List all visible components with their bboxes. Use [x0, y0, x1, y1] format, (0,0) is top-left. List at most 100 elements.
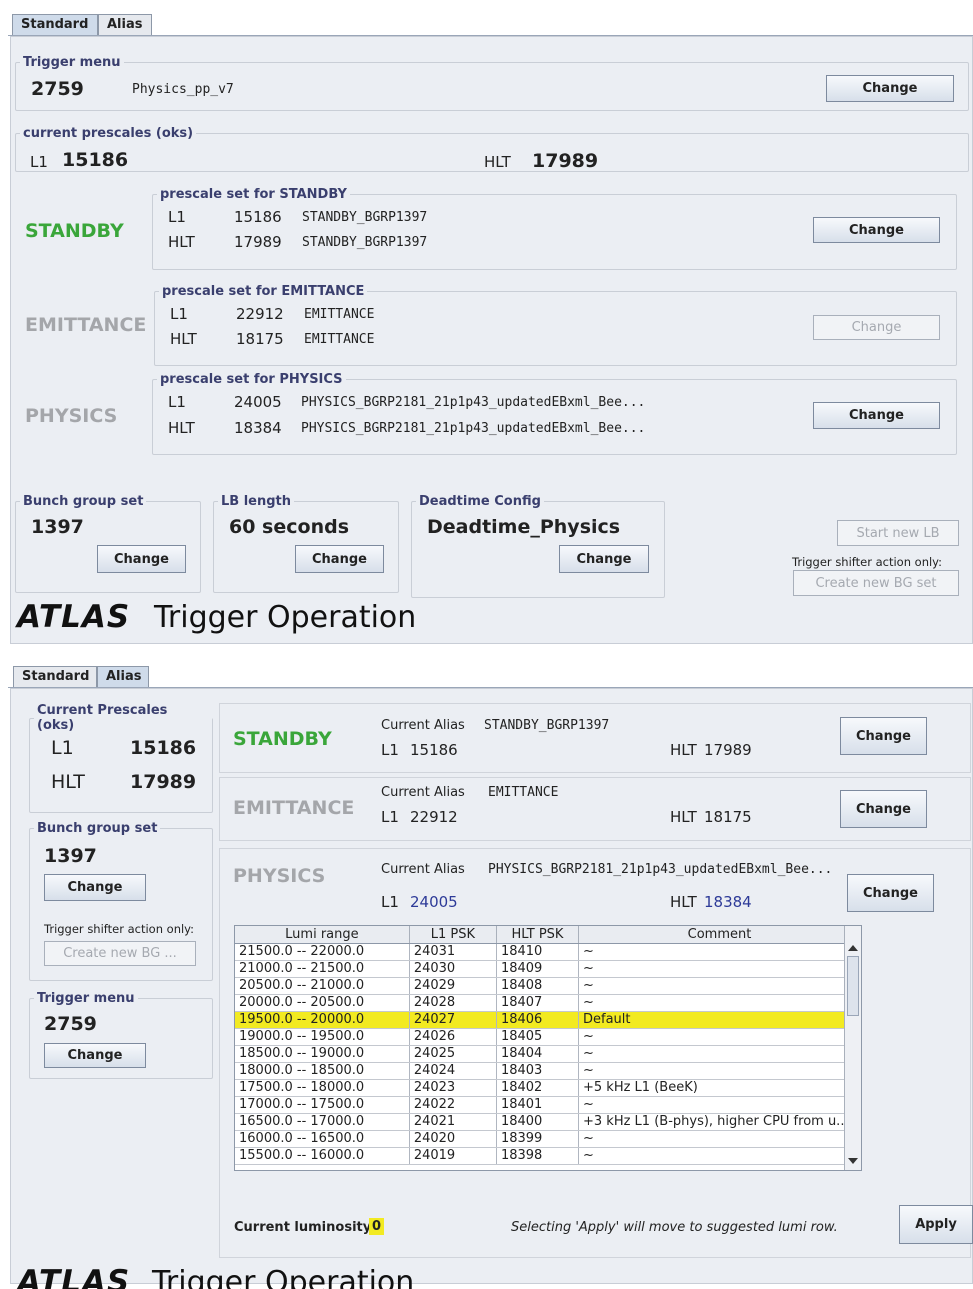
standby-l1-name: STANDBY_BGRP1397: [302, 210, 428, 225]
emittance-l1-label: L1: [381, 808, 399, 826]
cell-lumi-range: 19000.0 -- 19500.0: [235, 1028, 410, 1046]
table-row[interactable]: 19000.0 -- 19500.0 24026 18405 ~: [235, 1028, 861, 1046]
tab-standard[interactable]: Standard: [13, 666, 97, 688]
emittance-state-label: EMITTANCE: [233, 797, 355, 819]
current-prescales-legend: Current Prescales (oks): [37, 703, 168, 733]
table-row[interactable]: 16000.0 -- 16500.0 24020 18399 ~: [235, 1130, 861, 1148]
trigger-menu-change-button[interactable]: Change: [826, 75, 954, 102]
cell-lumi-range: 18500.0 -- 19000.0: [235, 1045, 410, 1063]
alias-panel: Current Prescales (oks) L1 15186 HLT 179…: [10, 688, 973, 1289]
table-row[interactable]: 15500.0 -- 16000.0 24019 18398 ~: [235, 1147, 861, 1165]
cell-l1-psk: 24028: [409, 994, 497, 1012]
standby-hlt-label: HLT: [670, 741, 697, 759]
bunch-group-legend: Bunch group set: [23, 494, 144, 509]
cell-lumi-range: 16500.0 -- 17000.0: [235, 1113, 410, 1131]
lb-length-legend: LB length: [221, 494, 292, 509]
cell-hlt-psk: 18403: [496, 1062, 580, 1080]
current-hlt-label: HLT: [484, 153, 511, 171]
tab-standard[interactable]: Standard: [12, 14, 98, 36]
physics-state-label: PHYSICS: [25, 405, 118, 427]
table-row[interactable]: 21500.0 -- 22000.0 24031 18410 ~: [235, 943, 861, 961]
lumi-table-grid: Lumi range L1 PSK HLT PSK Comment 21500.…: [235, 926, 861, 1165]
emittance-hlt-value: 18175: [704, 808, 752, 826]
cell-hlt-psk: 18404: [496, 1045, 580, 1063]
standby-change-button[interactable]: Change: [813, 217, 940, 243]
bunch-group-change-button[interactable]: Change: [44, 874, 146, 901]
physics-l1-label: L1: [168, 393, 186, 411]
table-row[interactable]: 17000.0 -- 17500.0 24022 18401 ~: [235, 1096, 861, 1114]
cell-hlt-psk: 18409: [496, 960, 580, 978]
cell-lumi-range: 16000.0 -- 16500.0: [235, 1130, 410, 1148]
cell-comment: ~: [578, 1096, 861, 1114]
emittance-hlt-label: HLT: [170, 330, 197, 348]
cell-hlt-psk: 18400: [496, 1113, 580, 1131]
table-row[interactable]: 17500.0 -- 18000.0 24023 18402 +5 kHz L1 (B…: [235, 1079, 861, 1097]
cell-comment: ~: [578, 994, 861, 1012]
alias-view: Standard Alias Current Prescales (oks) L…: [8, 660, 973, 1289]
cell-hlt-psk: 18406: [496, 1011, 580, 1029]
cell-l1-psk: 24019: [409, 1147, 497, 1165]
lb-length-value: 60 seconds: [229, 516, 350, 538]
table-row[interactable]: 16500.0 -- 17000.0 24021 18400 +3 kHz L1 (B…: [235, 1113, 861, 1131]
standby-change-button[interactable]: Change: [840, 717, 927, 755]
cell-l1-psk: 24027: [409, 1011, 497, 1029]
cell-comment: ~: [578, 943, 861, 961]
deadtime-legend: Deadtime Config: [419, 494, 541, 509]
emittance-hlt-value: 18175: [236, 330, 284, 348]
table-row[interactable]: 18000.0 -- 18500.0 24024 18403 ~: [235, 1062, 861, 1080]
cell-comment: ~: [578, 1028, 861, 1046]
emittance-change-button[interactable]: Change: [840, 790, 927, 828]
cell-hlt-psk: 18402: [496, 1079, 580, 1097]
standard-panel: Trigger menu 2759 Physics_pp_v7 Change c…: [10, 36, 973, 644]
header-comment[interactable]: Comment: [578, 926, 861, 944]
deadtime-change-button[interactable]: Change: [559, 545, 649, 573]
cell-comment: ~: [578, 977, 861, 995]
footer-title: Trigger Operation: [152, 1265, 415, 1289]
cell-l1-psk: 24022: [409, 1096, 497, 1114]
shifter-note: Trigger shifter action only:: [792, 555, 943, 569]
bunch-group-legend: Bunch group set: [37, 821, 158, 836]
standby-state-label: STANDBY: [233, 728, 332, 750]
trigger-menu-value: 2759: [44, 1013, 97, 1035]
table-row[interactable]: 20500.0 -- 21000.0 24029 18408 ~: [235, 977, 861, 995]
bunch-group-change-button[interactable]: Change: [97, 545, 186, 573]
current-l1-value: 15186: [130, 737, 197, 759]
create-bg-set-button[interactable]: Create new BG set: [793, 570, 959, 596]
table-row[interactable]: 21000.0 -- 21500.0 24030 18409 ~: [235, 960, 861, 978]
table-row[interactable]: 18500.0 -- 19000.0 24025 18404 ~: [235, 1045, 861, 1063]
apply-button[interactable]: Apply: [899, 1205, 973, 1244]
table-row[interactable]: 19500.0 -- 20000.0 24027 18406 Default: [235, 1011, 861, 1029]
tab-alias[interactable]: Alias: [97, 666, 149, 688]
scroll-thumb[interactable]: [847, 956, 859, 1016]
header-l1-psk[interactable]: L1 PSK: [409, 926, 497, 944]
create-bg-button[interactable]: Create new BG ...: [44, 941, 196, 966]
scroll-down-arrow[interactable]: [848, 1158, 858, 1164]
cell-hlt-psk: 18405: [496, 1028, 580, 1046]
start-new-lb-button[interactable]: Start new LB: [837, 520, 959, 546]
apply-note: Selecting 'Apply' will move to suggested…: [511, 1220, 838, 1235]
header-hlt-psk[interactable]: HLT PSK: [496, 926, 580, 944]
table-scrollbar[interactable]: [844, 926, 861, 1170]
bunch-group-value: 1397: [44, 845, 97, 867]
current-lumi-label: Current luminosity: [234, 1220, 372, 1235]
cell-lumi-range: 19500.0 -- 20000.0: [235, 1011, 410, 1029]
header-lumi-range[interactable]: Lumi range: [235, 926, 410, 944]
tab-alias[interactable]: Alias: [98, 14, 152, 36]
table-row[interactable]: 20000.0 -- 20500.0 24028 18407 ~: [235, 994, 861, 1012]
trigger-menu-change-button[interactable]: Change: [44, 1043, 146, 1068]
physics-hlt-label: HLT: [168, 419, 195, 437]
cell-hlt-psk: 18399: [496, 1130, 580, 1148]
cell-lumi-range: 21000.0 -- 21500.0: [235, 960, 410, 978]
cell-l1-psk: 24026: [409, 1028, 497, 1046]
standby-state-label: STANDBY: [25, 220, 124, 242]
lb-length-group: LB length: [213, 494, 399, 593]
physics-alias-label: Current Alias: [381, 862, 465, 877]
cell-lumi-range: 18000.0 -- 18500.0: [235, 1062, 410, 1080]
lb-length-change-button[interactable]: Change: [295, 545, 384, 573]
physics-alias-value: PHYSICS_BGRP2181_21p1p43_updatedEBxml_Be…: [488, 862, 833, 877]
physics-change-button[interactable]: Change: [813, 402, 940, 429]
emittance-change-button[interactable]: Change: [813, 315, 940, 340]
physics-change-button[interactable]: Change: [847, 874, 934, 912]
scroll-up-arrow[interactable]: [848, 945, 858, 951]
deadtime-value: Deadtime_Physics: [427, 516, 621, 538]
